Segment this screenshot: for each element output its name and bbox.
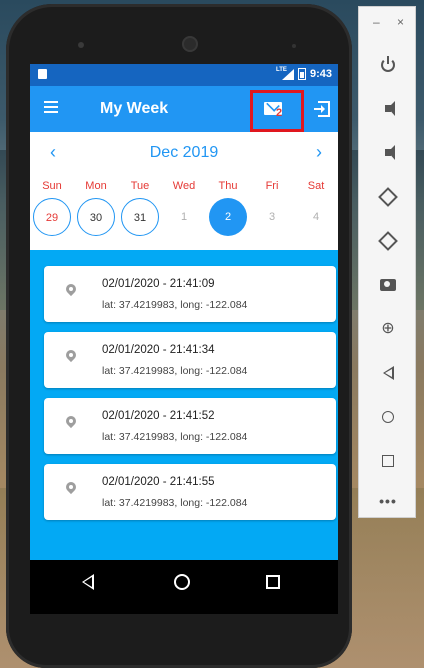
speaker-dot [78,42,84,48]
month-label: Dec 2019 [149,144,219,161]
list-item[interactable]: 02/01/2020 - 21:41:34 lat: 37.4219983, l… [44,332,336,388]
weekday-mon: Mon [85,180,107,192]
volume-up-icon[interactable] [359,95,417,123]
location-pin-icon [63,347,79,364]
overview-icon[interactable] [359,447,417,475]
entry-location: lat: 37.4219983, long: -122.084 [102,431,248,443]
location-pin-icon [63,281,79,298]
day-30[interactable]: 30 [77,198,115,236]
entry-timestamp: 02/01/2020 - 21:41:52 [102,410,215,422]
day-29[interactable]: 29 [33,198,71,236]
back-icon[interactable] [359,359,417,387]
camera-icon[interactable] [359,271,417,299]
weekday-tue: Tue [130,180,150,192]
weekday-sat: Sat [307,180,325,192]
weekday-fri: Fri [265,180,279,192]
status-bar-right: LTE 9:43 [276,67,332,80]
day-1[interactable]: 1 [165,198,203,236]
volume-down-icon[interactable] [359,139,417,167]
weekday-sun: Sun [42,180,62,192]
day-row: 29 30 31 1 2 3 4 [30,198,338,236]
entry-list: 02/01/2020 - 21:41:09 lat: 37.4219983, l… [30,250,338,552]
mail-badge: 2 [276,107,283,119]
notification-icon [38,68,49,80]
entry-location: lat: 37.4219983, long: -122.084 [102,497,248,509]
day-3[interactable]: 3 [253,198,291,236]
list-item[interactable]: 02/01/2020 - 21:41:55 lat: 37.4219983, l… [44,464,336,520]
zoom-icon[interactable]: ⊕ [359,315,417,343]
login-icon[interactable] [314,101,330,117]
location-pin-icon [63,413,79,430]
hamburger-menu-icon[interactable] [44,101,58,113]
android-nav-bar [30,560,338,614]
page-title: My Week [100,100,169,117]
entry-timestamp: 02/01/2020 - 21:41:09 [102,278,215,290]
location-pin-icon [63,479,79,496]
day-31[interactable]: 31 [121,198,159,236]
rotate-left-icon[interactable] [359,183,417,211]
weekday-thu: Thu [218,180,238,192]
rotate-right-icon[interactable] [359,227,417,255]
list-item[interactable]: 02/01/2020 - 21:41:52 lat: 37.4219983, l… [44,398,336,454]
emulator-toolbar: – × ⊕ ••• [358,6,416,518]
entry-timestamp: 02/01/2020 - 21:41:34 [102,344,215,356]
network-type: LTE [275,66,287,73]
weekday-wed: Wed [172,180,196,192]
front-camera [182,36,198,52]
home-icon[interactable] [359,403,417,431]
week-calendar: ‹ Dec 2019 › Sun Mon Tue Wed Thu Fri Sat… [30,132,338,250]
status-time: 9:43 [309,68,332,80]
next-month-button[interactable]: › [316,142,322,163]
status-bar: LTE 9:43 [30,64,338,86]
entry-timestamp: 02/01/2020 - 21:41:55 [102,476,215,488]
day-2-selected[interactable]: 2 [209,198,247,236]
back-icon[interactable] [82,574,94,590]
entry-location: lat: 37.4219983, long: -122.084 [102,365,248,377]
day-4[interactable]: 4 [297,198,335,236]
power-icon[interactable] [359,51,417,79]
emulator-phone-frame: LTE 9:43 My Week 2 ‹ Dec 2019 › Sun Mon … [6,4,352,668]
minimize-button[interactable]: – [373,15,380,29]
recents-icon[interactable] [266,575,280,589]
proximity-sensor [292,44,296,48]
entry-location: lat: 37.4219983, long: -122.084 [102,299,248,311]
mail-icon[interactable]: 2 [264,102,284,119]
more-icon[interactable]: ••• [359,487,417,515]
phone-screen: LTE 9:43 My Week 2 ‹ Dec 2019 › Sun Mon … [30,64,338,614]
list-item[interactable]: 02/01/2020 - 21:41:09 lat: 37.4219983, l… [44,266,336,322]
weekday-header: Sun Mon Tue Wed Thu Fri Sat [30,180,338,196]
app-bar: My Week 2 [30,86,338,132]
home-icon[interactable] [174,574,190,590]
close-button[interactable]: × [397,15,404,29]
battery-icon [297,68,306,80]
signal-icon: LTE [276,67,294,80]
